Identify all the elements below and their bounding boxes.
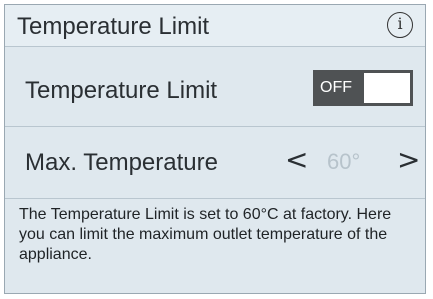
temperature-limit-row: Temperature Limit OFF: [5, 47, 425, 127]
decrease-temperature-button[interactable]: <: [285, 145, 308, 175]
description-text: The Temperature Limit is set to 60°C at …: [19, 206, 392, 263]
temperature-limit-label: Temperature Limit: [25, 77, 218, 104]
increase-temperature-button[interactable]: >: [397, 145, 420, 175]
max-temperature-row: Max. Temperature < 60° >: [5, 127, 425, 199]
info-icon[interactable]: i: [387, 12, 413, 38]
max-temperature-value: 60°: [327, 149, 361, 174]
toggle-knob: [364, 73, 410, 103]
temperature-limit-toggle[interactable]: OFF: [313, 70, 413, 106]
max-temperature-label: Max. Temperature: [25, 149, 218, 176]
header: Temperature Limit i: [5, 5, 425, 47]
page-title: Temperature Limit: [17, 13, 210, 40]
toggle-state-label: OFF: [320, 79, 352, 96]
settings-panel: Temperature Limit i Temperature Limit OF…: [4, 4, 426, 294]
